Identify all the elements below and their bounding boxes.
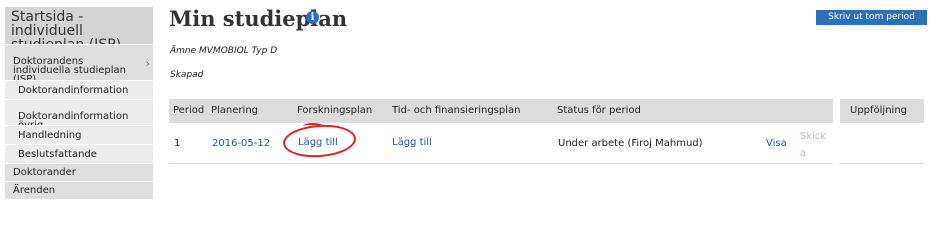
sidebar-item-doktorandinformation-ovrig[interactable]: Doktorandinformation övrig: [5, 99, 153, 125]
sidebar-item-isp[interactable]: Doktorandens individuella studieplan (IS…: [5, 44, 153, 80]
column-header-period: Period: [173, 105, 205, 116]
table-row: 1 2016-05-12 Lägg till Lägg till Under a…: [169, 123, 833, 164]
sidebar-item-arenden[interactable]: Ärenden: [5, 181, 153, 199]
column-header-status: Status för period: [557, 105, 641, 116]
sidebar-item-beslutsfattande[interactable]: Beslutsfattande: [5, 144, 153, 163]
sidebar: Startsida - individuell studieplan (ISP)…: [5, 7, 153, 201]
visa-link[interactable]: Visa: [766, 138, 787, 149]
column-header-planering: Planering: [211, 105, 259, 116]
table-header-followup: Uppföljning: [840, 99, 924, 123]
created-line: Skapad: [170, 70, 204, 80]
table-row-followup: [840, 123, 924, 164]
planering-date-link[interactable]: 2016-05-12: [212, 138, 270, 149]
column-header-forskningsplan: Forskningsplan: [297, 105, 373, 116]
sidebar-header-label: Startsida - individuell studieplan (ISP): [11, 9, 121, 44]
sidebar-item-doktorandinformation[interactable]: Doktorandinformation: [5, 80, 153, 99]
chevron-right-icon: ›: [145, 57, 150, 70]
print-empty-period-button[interactable]: Skriv ut tom period: [816, 10, 927, 25]
subject-line: Ämne MVMOBIOL Typ D: [170, 46, 278, 56]
table-header: Period Planering Forskningsplan Tid- och…: [169, 99, 833, 123]
skicka-button: Skick a: [800, 131, 827, 159]
sidebar-item-label: Ärenden: [13, 185, 56, 196]
sidebar-item-label: Beslutsfattande: [18, 149, 97, 160]
column-header-tidplan: Tid- och finansieringsplan: [392, 105, 521, 116]
status-cell: Under arbete (Firoj Mahmud): [558, 138, 703, 149]
info-icon[interactable]: i: [306, 11, 319, 24]
period-cell: 1: [174, 138, 181, 149]
sidebar-item-label: Doktorandinformation övrig: [18, 111, 129, 126]
sidebar-item-label: Handledning: [18, 130, 82, 141]
sidebar-header[interactable]: Startsida - individuell studieplan (ISP): [5, 7, 153, 44]
sidebar-item-label: Doktorandens individuella studieplan (IS…: [13, 56, 126, 81]
sidebar-item-label: Doktorander: [13, 167, 76, 178]
tidplan-add-link[interactable]: Lägg till: [392, 137, 432, 148]
sidebar-item-doktorander[interactable]: Doktorander: [5, 163, 153, 181]
page-title: Min studieplan: [169, 6, 348, 31]
column-header-uppfoljning: Uppföljning: [850, 105, 908, 116]
sidebar-item-label: Doktorandinformation: [18, 85, 129, 96]
sidebar-item-handledning[interactable]: Handledning: [5, 125, 153, 144]
